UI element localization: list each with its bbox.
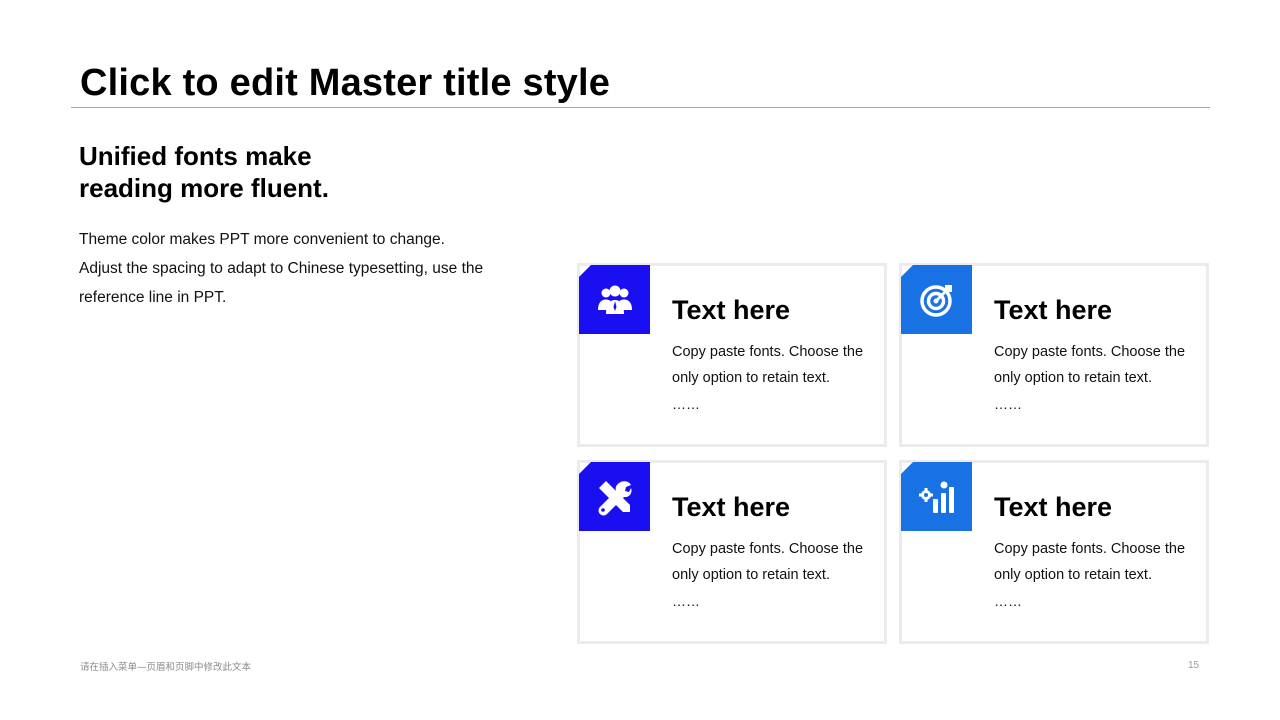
body-text[interactable]: Theme color makes PPT more convenient to…: [79, 225, 489, 312]
team-icon: [597, 285, 632, 314]
growth-chart-icon: [918, 481, 954, 513]
subheading[interactable]: Unified fonts make reading more fluent.: [79, 140, 399, 204]
tools-icon: [598, 480, 632, 515]
card-ellipsis: ……: [672, 396, 700, 412]
feature-card-3[interactable]: Text here Copy paste fonts. Choose the o…: [577, 460, 887, 644]
title-divider: [71, 107, 1210, 108]
card-heading[interactable]: Text here: [994, 293, 1112, 327]
feature-card-4[interactable]: Text here Copy paste fonts. Choose the o…: [899, 460, 1209, 644]
card-ellipsis: ……: [994, 593, 1022, 609]
card-icon-tab: [579, 462, 650, 531]
feature-card-2[interactable]: Text here Copy paste fonts. Choose the o…: [899, 263, 1209, 447]
feature-card-1[interactable]: Text here Copy paste fonts. Choose the o…: [577, 263, 887, 447]
card-text[interactable]: Copy paste fonts. Choose the only option…: [672, 536, 877, 588]
card-icon-tab: [901, 265, 972, 334]
card-icon-tab: [901, 462, 972, 531]
card-heading[interactable]: Text here: [994, 490, 1112, 524]
slide-title[interactable]: Click to edit Master title style: [80, 60, 610, 106]
card-heading[interactable]: Text here: [672, 293, 790, 327]
card-ellipsis: ……: [672, 593, 700, 609]
page-number: 15: [1188, 660, 1200, 671]
footer-note[interactable]: 请在插入菜单—页眉和页脚中修改此文本: [80, 659, 251, 673]
card-icon-tab: [579, 265, 650, 334]
card-ellipsis: ……: [994, 396, 1022, 412]
card-text[interactable]: Copy paste fonts. Choose the only option…: [994, 339, 1199, 391]
card-text[interactable]: Copy paste fonts. Choose the only option…: [672, 339, 877, 391]
card-heading[interactable]: Text here: [672, 490, 790, 524]
card-text[interactable]: Copy paste fonts. Choose the only option…: [994, 536, 1199, 588]
target-icon: [919, 284, 952, 317]
